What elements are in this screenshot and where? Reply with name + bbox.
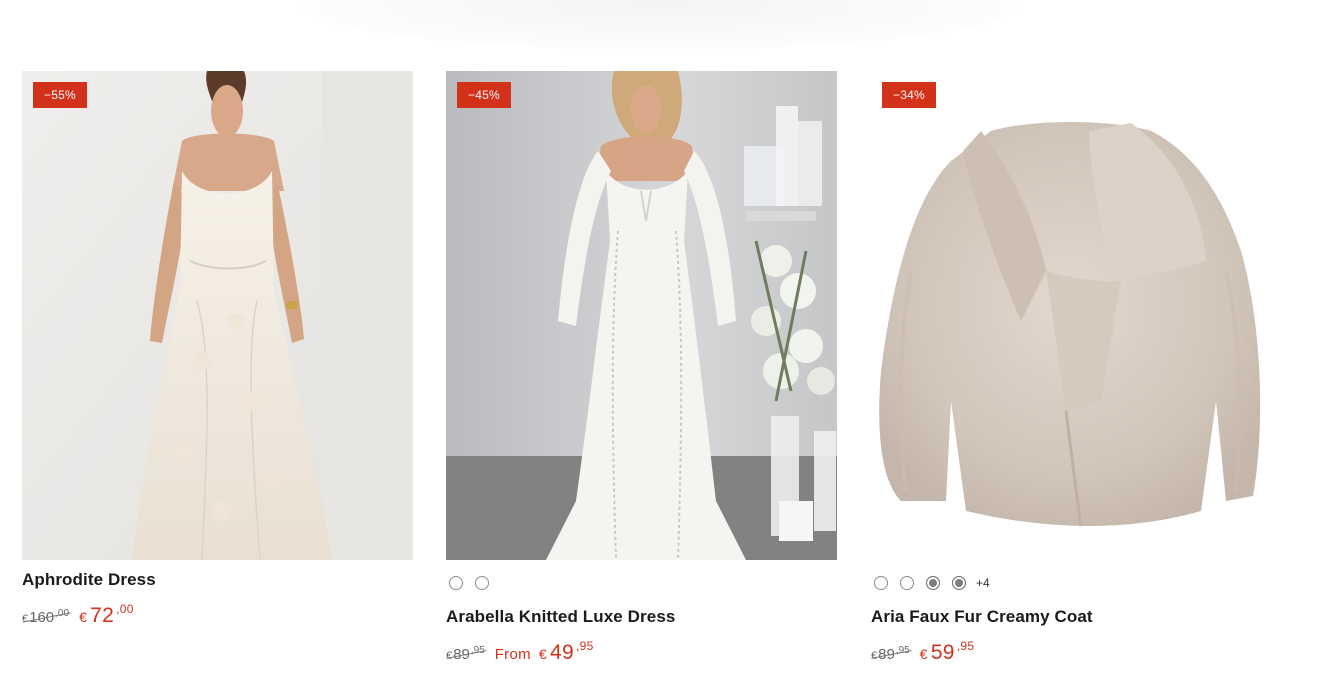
coat-photo	[871, 71, 1262, 560]
currency-symbol: €	[79, 609, 88, 625]
original-price: €89,95	[871, 645, 910, 663]
color-swatches: +4	[871, 573, 1262, 593]
price-row: €89,95 €59,95	[871, 639, 1262, 665]
color-swatch-white[interactable]	[900, 576, 914, 590]
discount-badge: −45%	[457, 82, 511, 108]
sale-price: €72,00	[79, 602, 134, 628]
price-whole: 160	[29, 609, 55, 626]
color-swatch-white[interactable]	[449, 576, 463, 590]
product-card[interactable]: −55% Aphrodite Dress €160,00 €72,00	[22, 71, 413, 628]
price-cents: ,00	[55, 608, 70, 619]
price-cents: ,95	[470, 645, 485, 656]
price-whole: 72	[90, 604, 115, 627]
dress-photo	[22, 71, 413, 560]
sale-price: €59,95	[920, 639, 975, 665]
currency-symbol: €	[919, 646, 928, 662]
color-swatch-grey[interactable]	[952, 576, 966, 590]
price-whole: 59	[930, 641, 955, 664]
color-swatches	[446, 573, 837, 593]
product-image[interactable]: −55%	[22, 71, 413, 560]
price-prefix: From	[494, 646, 531, 663]
product-title[interactable]: Arabella Knitted Luxe Dress	[446, 607, 837, 627]
product-title[interactable]: Aria Faux Fur Creamy Coat	[871, 607, 1262, 627]
color-swatch-white[interactable]	[874, 576, 888, 590]
product-card[interactable]: −45% Arabella Knitted Luxe Dress €89,95 …	[446, 71, 837, 665]
original-price: €89,95	[446, 645, 485, 663]
price-whole: 89	[878, 646, 895, 663]
discount-badge: −34%	[882, 82, 936, 108]
product-card[interactable]: −34% +4 Aria Faux Fur Creamy Coat €89,95…	[871, 71, 1262, 665]
price-row: €160,00 €72,00	[22, 602, 413, 628]
more-colors-count[interactable]: +4	[976, 576, 990, 590]
price-cents: ,95	[895, 645, 910, 656]
currency-symbol: €	[22, 613, 29, 625]
product-image[interactable]: −45%	[446, 71, 837, 560]
color-swatch-grey[interactable]	[926, 576, 940, 590]
dress-photo	[446, 71, 837, 560]
discount-badge: −55%	[33, 82, 87, 108]
top-fade-decoration	[300, 0, 1020, 50]
currency-symbol: €	[871, 650, 878, 662]
price-cents: ,95	[956, 639, 975, 653]
product-image[interactable]: −34%	[871, 71, 1262, 560]
price-cents: ,95	[575, 639, 594, 653]
currency-symbol: €	[538, 646, 548, 662]
currency-symbol: €	[446, 650, 453, 662]
price-row: €89,95 From €49,95	[446, 639, 837, 665]
price-whole: 49	[550, 641, 574, 664]
sale-price: €49,95	[539, 639, 594, 665]
product-title[interactable]: Aphrodite Dress	[22, 570, 413, 590]
price-whole: 89	[453, 646, 470, 663]
color-swatch-white[interactable]	[475, 576, 489, 590]
original-price: €160,00	[22, 608, 69, 626]
price-cents: ,00	[116, 602, 134, 616]
